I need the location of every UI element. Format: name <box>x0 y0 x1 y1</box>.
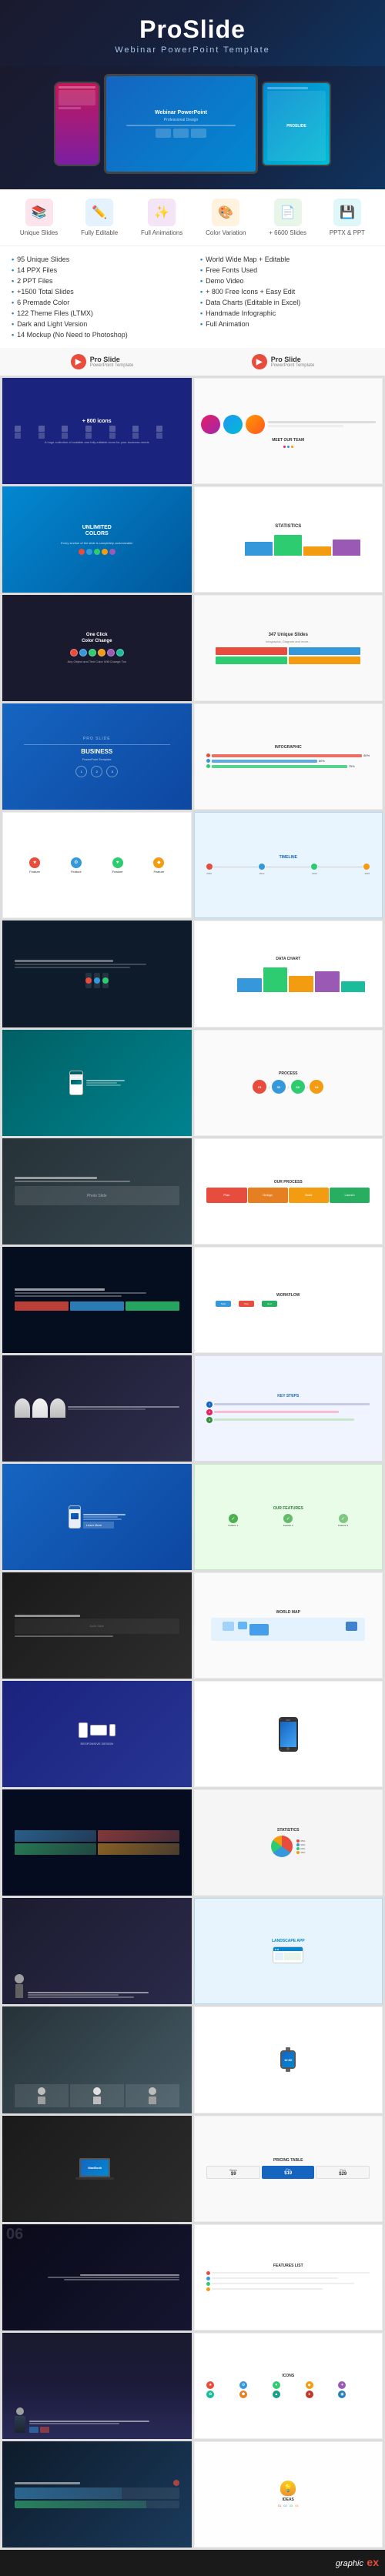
slide-preview-25[interactable]: RESPONSIVE DESIGN <box>2 1681 192 1787</box>
preview-logos: ▶ Pro Slide PowerPoint Template ▶ Pro Sl… <box>0 348 385 376</box>
slide-preview-7[interactable]: PRO SLIDE BUSINESS PowerPoint Template 1… <box>2 703 192 810</box>
bullet-item: •14 PPX Files <box>12 265 185 276</box>
slide-preview-26[interactable] <box>194 1681 383 1787</box>
bullet-col-right: •World Wide Map + Editable •Free Fonts U… <box>200 254 373 340</box>
slide-preview-40[interactable]: 💡 IDEAS 01 02 03 04 <box>194 2441 383 2548</box>
slide-preview-32[interactable]: 12:00 <box>194 2006 383 2113</box>
slide-preview-31[interactable] <box>2 2006 192 2113</box>
hero-section: Webinar PowerPoint Professional Design P… <box>0 66 385 189</box>
watermark-suffix: ex <box>367 2556 379 2568</box>
slide-preview-10[interactable]: TIMELINE 2010 2012 2014 2016 <box>194 812 383 918</box>
color-label: Color Variation <box>206 229 246 236</box>
slide-preview-19[interactable] <box>2 1355 192 1462</box>
feature-fully-editable: ✏️ Fully Editable <box>81 199 118 236</box>
bullet-item: •Free Fonts Used <box>200 265 373 276</box>
feature-color: 🎨 Color Variation <box>206 199 246 236</box>
slide-preview-8[interactable]: INFOGRAPHIC 80% 60% 75% <box>194 703 383 810</box>
unique-slides-icon: 📚 <box>25 199 53 226</box>
editable-label: Fully Editable <box>81 229 118 236</box>
slide-preview-30[interactable]: LANDSCAPE APP <box>194 1898 383 2004</box>
slide-preview-38[interactable]: ICONS ★ ⚙ ♥ ◆ ✦ ✿ ⬟ ▲ ● ◉ <box>194 2333 383 2439</box>
header-title: ProSlide <box>8 15 377 44</box>
slide-preview-36[interactable]: FEATURES LIST <box>194 2224 383 2330</box>
feature-pptx: 💾 PPTX & PPT <box>330 199 365 236</box>
slides-count-icon: 📄 <box>274 199 302 226</box>
logo-left: ▶ Pro Slide PowerPoint Template <box>71 354 134 369</box>
watermark-prefix: graphic <box>336 2559 363 2568</box>
phone-device <box>54 82 100 166</box>
slide-preview-27[interactable] <box>2 1789 192 1896</box>
slide-preview-4[interactable]: STATISTICS <box>194 486 383 593</box>
slide-preview-17[interactable] <box>2 1247 192 1353</box>
tablet-device: PROSLIDE <box>262 82 331 166</box>
slide-preview-29[interactable] <box>2 1898 192 2004</box>
animations-icon: ✨ <box>148 199 176 226</box>
slide-preview-18[interactable]: WORKFLOW Start → Step → End <box>194 1247 383 1353</box>
slide-preview-33[interactable]: MacBook <box>2 2116 192 2222</box>
pptx-label: PPTX & PPT <box>330 229 365 236</box>
slide-preview-5[interactable]: One ClickColor Change Any Object and Tex… <box>2 595 192 701</box>
slide-preview-13[interactable] <box>2 1030 192 1136</box>
slides-grid: + 800 icons A huge collection of scalabl… <box>0 376 385 2550</box>
bullet-section: •95 Unique Slides •14 PPX Files •2 PPT F… <box>0 246 385 348</box>
bullet-item: •+1500 Total Slides <box>12 286 185 297</box>
watermark-text: graphic ex <box>336 2556 379 2570</box>
slides-count-label: + 6600 Slides <box>269 229 306 236</box>
logo-icon-left: ▶ <box>71 354 86 369</box>
feature-animations: ✨ Full Animations <box>141 199 182 236</box>
pptx-icon: 💾 <box>333 199 361 226</box>
logo-icon-right: ▶ <box>252 354 267 369</box>
header: ProSlide Webinar PowerPoint Template <box>0 0 385 66</box>
slide-preview-2[interactable]: MEET OUR TEAM <box>194 378 383 484</box>
bullet-item: •Demo Video <box>200 276 373 286</box>
bullet-item: •World Wide Map + Editable <box>200 254 373 265</box>
slide-preview-16[interactable]: OUR PROCESS Plan Design Build Launch <box>194 1138 383 1245</box>
bullet-item: •+ 800 Free Icons + Easy Edit <box>200 286 373 297</box>
slide-preview-14[interactable]: PROCESS 01 › 02 › 03 › 04 <box>194 1030 383 1136</box>
bullet-item: •Full Animation <box>200 319 373 329</box>
slide-preview-28[interactable]: STATISTICS 35% 30% 20% 15% <box>194 1789 383 1896</box>
bullet-item: •Handmade Infographic <box>200 308 373 319</box>
slide-preview-24[interactable]: WORLD MAP <box>194 1572 383 1679</box>
slide-preview-11[interactable] <box>2 920 192 1027</box>
logo-text-right: Pro Slide PowerPoint Template <box>271 356 315 368</box>
slide-preview-39[interactable] <box>2 2441 192 2548</box>
bullet-item: •2 PPT Files <box>12 276 185 286</box>
slide-preview-12[interactable]: DATA CHART <box>194 920 383 1027</box>
slide-preview-3[interactable]: UNLIMITEDCOLORS Every section of the sli… <box>2 486 192 593</box>
slide-preview-34[interactable]: PRICING TABLE Basic $9 Pro $19 Plus $29 <box>194 2116 383 2222</box>
slide-preview-6[interactable]: 347 Unique Slides Infographic, Diagram a… <box>194 595 383 701</box>
monitor-device: Webinar PowerPoint Professional Design <box>104 74 258 174</box>
header-subtitle: Webinar PowerPoint Template <box>8 45 377 55</box>
color-icon: 🎨 <box>212 199 239 226</box>
bullet-col-left: •95 Unique Slides •14 PPX Files •2 PPT F… <box>12 254 185 340</box>
slide-preview-9[interactable]: ★ Feature ⚙ Feature ♥ Feature ◆ Feature <box>2 812 192 918</box>
logo-text-left: Pro Slide PowerPoint Template <box>90 356 134 368</box>
features-bar: 📚 Unique Slides ✏️ Fully Editable ✨ Full… <box>0 189 385 246</box>
bullet-item: •Dark and Light Version <box>12 319 185 329</box>
editable-icon: ✏️ <box>85 199 113 226</box>
slide-preview-15[interactable]: Photo Slide <box>2 1138 192 1245</box>
bullet-item: •95 Unique Slides <box>12 254 185 265</box>
slide-preview-35[interactable]: 06 <box>2 2224 192 2330</box>
watermark-section: graphic ex <box>0 2550 385 2576</box>
feature-unique-slides: 📚 Unique Slides <box>20 199 58 236</box>
bullet-item: •Data Charts (Editable in Excel) <box>200 297 373 308</box>
logo-right: ▶ Pro Slide PowerPoint Template <box>252 354 315 369</box>
slide-preview-20[interactable]: KEY STEPS 1 2 3 <box>194 1355 383 1462</box>
animations-label: Full Animations <box>141 229 182 236</box>
bullet-item: •6 Premade Color <box>12 297 185 308</box>
slide-preview-37[interactable] <box>2 2333 192 2439</box>
slide-preview-23[interactable]: Dark Slide <box>2 1572 192 1679</box>
bullet-item: •122 Theme Files (LTMX) <box>12 308 185 319</box>
slide-preview-22[interactable]: OUR FEATURES ✓ Feature 1 ✓ Feature 2 ✓ F… <box>194 1464 383 1570</box>
feature-slides-count: 📄 + 6600 Slides <box>269 199 306 236</box>
slide-preview-1[interactable]: + 800 icons A huge collection of scalabl… <box>2 378 192 484</box>
bullet-item: •14 Mockup (No Need to Photoshop) <box>12 329 185 340</box>
slide-preview-21[interactable]: Learn More <box>2 1464 192 1570</box>
unique-slides-label: Unique Slides <box>20 229 58 236</box>
